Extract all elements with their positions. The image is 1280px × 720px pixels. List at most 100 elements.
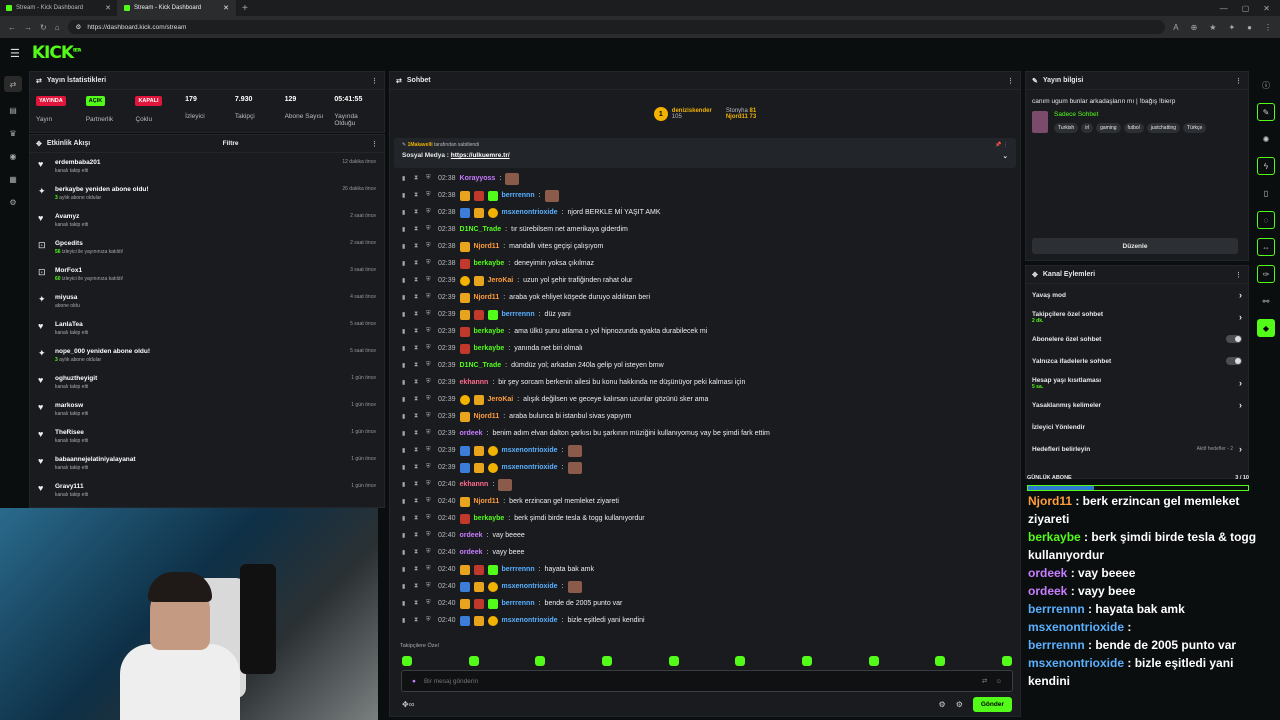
chat-input[interactable] bbox=[423, 677, 974, 685]
ban-icon[interactable]: ⛨ bbox=[426, 549, 434, 556]
timeout-icon[interactable]: ⧗ bbox=[414, 226, 422, 233]
message-username[interactable]: Njord11 bbox=[474, 498, 500, 505]
chat-message[interactable]: ▮ ⧗ ⛨ 02:40 ekhannn: bbox=[402, 476, 1010, 493]
timeout-icon[interactable]: ⧗ bbox=[414, 464, 422, 471]
timeout-icon[interactable]: ⧗ bbox=[414, 430, 422, 437]
community-icon[interactable]: ◉ bbox=[10, 152, 17, 161]
message-username[interactable]: JeroKai bbox=[488, 396, 514, 403]
timeout-icon[interactable]: ⧗ bbox=[414, 413, 422, 420]
message-action-icon[interactable]: ▮ bbox=[402, 192, 410, 199]
chat-message[interactable]: ▮ ⧗ ⛨ 02:39 ordeek: benim adım elvan dalton ş… bbox=[402, 425, 1010, 442]
message-username[interactable]: ordeek bbox=[460, 549, 483, 556]
message-username[interactable]: ordeek bbox=[460, 430, 483, 437]
emote-icon[interactable] bbox=[935, 656, 946, 666]
raid-icon[interactable]: ⇔ bbox=[1257, 238, 1275, 256]
message-action-icon[interactable]: ▮ bbox=[402, 243, 410, 250]
zoom-icon[interactable]: ⊕ bbox=[1191, 23, 1198, 32]
message-action-icon[interactable]: ▮ bbox=[402, 226, 410, 233]
event-item[interactable]: ♥ erdembaba201 kanalı takip etti 12 dakika … bbox=[30, 153, 384, 180]
chat-message[interactable]: ▮ ⧗ ⛨ 02:39 D1NC_Trade: dümdüz yol; arkadan 2… bbox=[402, 357, 1010, 374]
timeout-icon[interactable]: ⧗ bbox=[414, 311, 422, 318]
ban-icon[interactable]: ⛨ bbox=[426, 498, 434, 505]
ban-icon[interactable]: ⛨ bbox=[426, 226, 434, 233]
message-action-icon[interactable]: ▮ bbox=[402, 498, 410, 505]
channel-action-item[interactable]: Takipçilere özel sohbet 2 dk. › bbox=[1026, 306, 1248, 328]
ban-icon[interactable]: ⛨ bbox=[426, 328, 434, 335]
url-bar[interactable]: ⚙ https://dashboard.kick.com/stream bbox=[67, 20, 1166, 34]
event-item[interactable]: ♥ babaannejelatiniyalayanat kanalı takip e… bbox=[30, 450, 384, 477]
message-username[interactable]: berrrennn bbox=[502, 192, 535, 199]
profile-icon[interactable]: ● bbox=[1247, 23, 1252, 32]
back-icon[interactable]: ← bbox=[8, 23, 16, 32]
timeout-icon[interactable]: ⧗ bbox=[414, 498, 422, 505]
timeout-icon[interactable]: ⧗ bbox=[414, 515, 422, 522]
timeout-icon[interactable]: ⧗ bbox=[414, 362, 422, 369]
bookmark-star-icon[interactable]: ★ bbox=[1209, 23, 1216, 32]
chat-message[interactable]: ▮ ⧗ ⛨ 02:38 msxenontrioxide: njord BERKLE Mİ … bbox=[402, 204, 1010, 221]
edit-icon[interactable]: ✎ bbox=[1257, 103, 1275, 121]
timeout-icon[interactable]: ⧗ bbox=[414, 549, 422, 556]
message-username[interactable]: berkaybe bbox=[474, 345, 505, 352]
message-username[interactable]: berrrennn bbox=[502, 311, 535, 318]
forward-icon[interactable]: → bbox=[24, 23, 32, 32]
message-username[interactable]: msxenontrioxide bbox=[502, 583, 558, 590]
message-action-icon[interactable]: ▮ bbox=[402, 311, 410, 318]
chevron-right-icon[interactable]: › bbox=[1239, 400, 1242, 410]
reload-icon[interactable]: ↻ bbox=[40, 23, 47, 32]
close-window-icon[interactable]: ✕ bbox=[1263, 4, 1270, 13]
ban-icon[interactable]: ⛨ bbox=[426, 379, 434, 386]
ban-icon[interactable]: ⛨ bbox=[426, 294, 434, 301]
channel-action-item[interactable]: Yavaş mod › bbox=[1026, 284, 1248, 306]
timeout-icon[interactable]: ⧗ bbox=[414, 583, 422, 590]
chevron-right-icon[interactable]: › bbox=[1239, 378, 1242, 388]
mod-tools-icon[interactable]: ✥∞ bbox=[402, 700, 414, 709]
chat-message[interactable]: ▮ ⧗ ⛨ 02:40 msxenontrioxide: bizle eşitledi y… bbox=[402, 612, 1010, 629]
timeout-icon[interactable]: ⧗ bbox=[414, 481, 422, 488]
timeout-icon[interactable]: ⧗ bbox=[414, 379, 422, 386]
message-username[interactable]: Njord11 bbox=[474, 243, 500, 250]
timeout-icon[interactable]: ⧗ bbox=[414, 617, 422, 624]
chat-message[interactable]: ▮ ⧗ ⛨ 02:40 ordeek: vay beeee bbox=[402, 527, 1010, 544]
trophy-icon[interactable]: ♛ bbox=[9, 129, 16, 138]
ban-icon[interactable]: ⛨ bbox=[426, 396, 434, 403]
message-action-icon[interactable]: ▮ bbox=[402, 549, 410, 556]
ban-icon[interactable]: ⛨ bbox=[426, 277, 434, 284]
settings-gear-icon[interactable]: ⚙ bbox=[9, 198, 16, 207]
timeout-icon[interactable]: ⧗ bbox=[414, 566, 422, 573]
stream-tag[interactable]: gaming bbox=[1096, 123, 1121, 133]
leader-third[interactable]: Njord11 73 bbox=[726, 114, 756, 120]
emoji-icon[interactable]: ☺ bbox=[995, 678, 1002, 685]
chevron-down-icon[interactable]: ⌄ bbox=[1003, 152, 1008, 160]
stream-icon[interactable]: ⇄ bbox=[4, 76, 22, 92]
site-info-icon[interactable]: ⚙ bbox=[76, 23, 82, 31]
chat-message[interactable]: ▮ ⧗ ⛨ 02:39 Njord11: araba bulunca bi istanbu… bbox=[402, 408, 1010, 425]
message-username[interactable]: berrrennn bbox=[502, 566, 535, 573]
event-item[interactable]: ✦ miyusa abone oldu 4 saat önce bbox=[30, 288, 384, 315]
message-username[interactable]: ekhannn bbox=[460, 379, 489, 386]
timeout-icon[interactable]: ⧗ bbox=[414, 175, 422, 182]
mic-icon[interactable]: ● bbox=[412, 678, 416, 685]
toggle-switch[interactable] bbox=[1226, 357, 1242, 365]
chat-bubble-icon[interactable]: ◌ bbox=[1257, 211, 1275, 229]
more-options-icon[interactable]: ⋮ bbox=[371, 77, 378, 85]
message-action-icon[interactable]: ▮ bbox=[402, 583, 410, 590]
message-username[interactable]: ekhannn bbox=[460, 481, 489, 488]
bug-icon[interactable]: ✺ bbox=[1257, 130, 1275, 148]
event-item[interactable]: ✦ berkaybe yeniden abone oldu! 3 aylık abo… bbox=[30, 180, 384, 207]
timeout-icon[interactable]: ⧗ bbox=[414, 209, 422, 216]
share-icon[interactable]: ⚯ bbox=[1257, 292, 1275, 310]
chevron-right-icon[interactable]: › bbox=[1239, 444, 1242, 454]
event-item[interactable]: ♥ TheRisee kanalı takip etti 1 gün önce bbox=[30, 423, 384, 450]
stream-tag[interactable]: justchatting bbox=[1146, 123, 1181, 133]
dashboard-icon[interactable]: ▤ bbox=[9, 106, 17, 115]
timeout-icon[interactable]: ⧗ bbox=[414, 532, 422, 539]
chat-message[interactable]: ▮ ⧗ ⛨ 02:38 berrrennn: bbox=[402, 187, 1010, 204]
event-item[interactable]: ♥ oghuztheyigit kanalı takip etti 1 gün önc… bbox=[30, 369, 384, 396]
chevron-right-icon[interactable]: › bbox=[1239, 312, 1242, 322]
chat-message[interactable]: ▮ ⧗ ⛨ 02:39 JeroKai: alışık değilsen ve gecey… bbox=[402, 391, 1010, 408]
emote-icon[interactable] bbox=[601, 656, 612, 666]
info-icon[interactable]: ⓘ bbox=[1257, 76, 1275, 94]
leader-first[interactable]: 1 deniziskender 105 bbox=[653, 107, 712, 121]
event-item[interactable]: ♥ markosw kanalı takip etti 1 gün önce bbox=[30, 396, 384, 423]
hamburger-menu-icon[interactable]: ☰ bbox=[10, 47, 20, 60]
